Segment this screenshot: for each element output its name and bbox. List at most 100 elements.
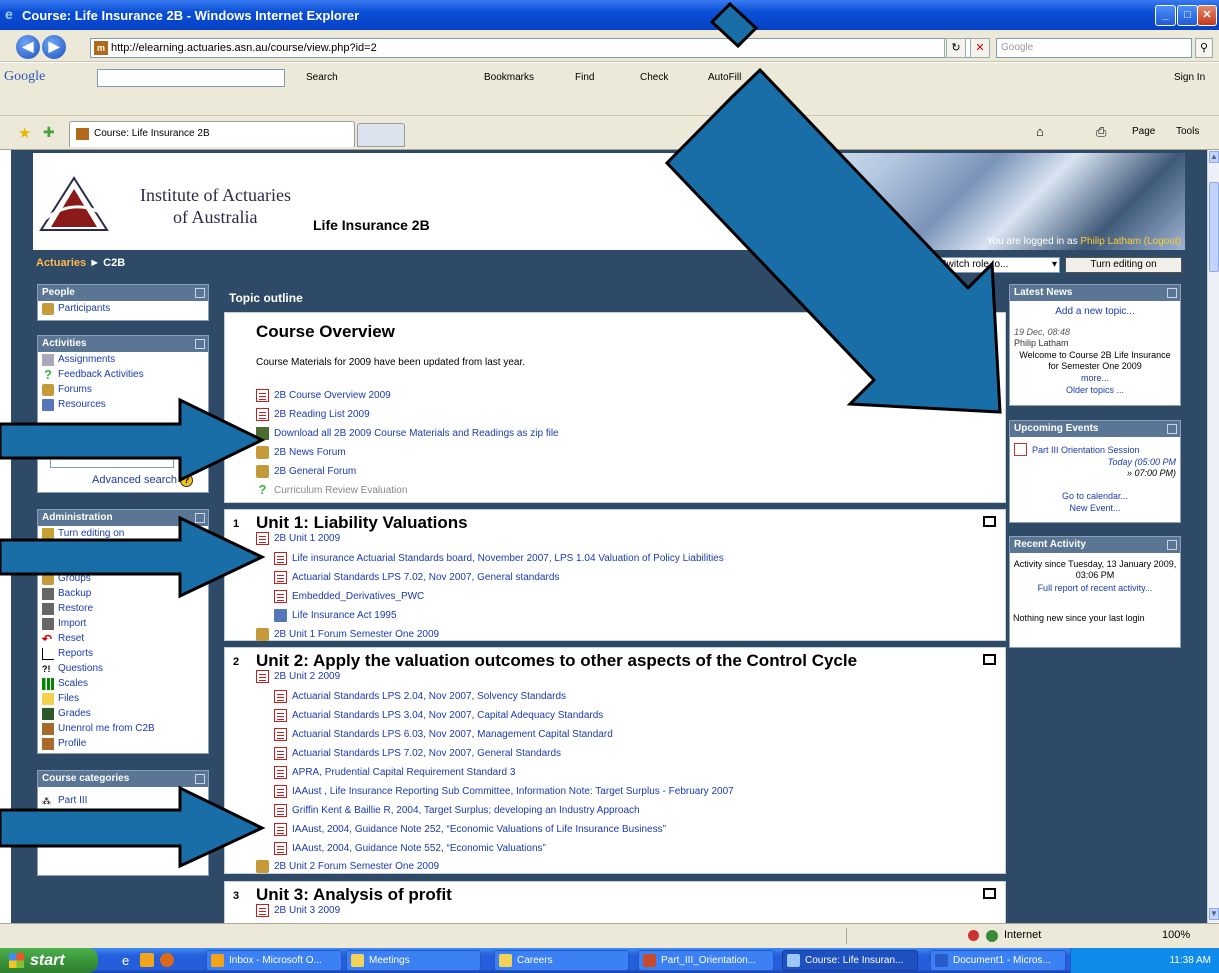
import-label[interactable]: Import — [58, 618, 86, 629]
add-favorite-icon[interactable]: ✚ — [43, 124, 55, 141]
groups-label[interactable]: Groups — [58, 573, 91, 584]
sign-in-button[interactable]: Sign In — [1174, 71, 1205, 85]
tools-menu[interactable]: Tools — [1176, 125, 1199, 139]
section-highlight-checkbox[interactable] — [983, 888, 996, 899]
add-topic-link[interactable]: Add a new topic... — [1055, 306, 1135, 317]
reports-link[interactable]: Reports — [38, 646, 208, 661]
unit-2-resource-link[interactable]: IAAust, 2004, Guidance Note 552, “Econom… — [292, 843, 546, 854]
refresh-button[interactable]: ↻ — [946, 38, 966, 58]
go-to-calendar-link[interactable]: Go to calendar... — [1062, 491, 1128, 501]
unit-2-resource-link[interactable]: IAAust , Life Insurance Reporting Sub Co… — [292, 786, 734, 797]
unit-2-resource-link[interactable]: Actuarial Standards LPS 2.04, Nov 2007, … — [292, 691, 566, 702]
unit-1-resource-link[interactable]: Life insurance Actuarial Standards board… — [292, 553, 724, 564]
category-cpd-label[interactable]: CPD — [58, 810, 79, 821]
full-report-link[interactable]: Full report of recent activity... — [1038, 583, 1153, 593]
tab-active[interactable]: Course: Life Insurance 2B — [69, 121, 355, 147]
zoom-level[interactable]: 100% — [1162, 929, 1190, 941]
overview-resource-link[interactable]: 2B Course Overview 2009 — [274, 390, 391, 401]
scroll-down-icon[interactable]: ▼ — [1209, 908, 1219, 920]
files-label[interactable]: Files — [58, 693, 79, 704]
profile-label[interactable]: Profile — [58, 738, 86, 749]
unit-2-resource-link[interactable]: IAAust, 2004, Guidance Note 252, “Econom… — [292, 824, 666, 835]
find-button[interactable]: Find — [575, 71, 594, 85]
favorites-star-icon[interactable]: ★ — [18, 124, 31, 142]
search-forums-input[interactable] — [50, 448, 174, 468]
unit-2-resource[interactable]: IAAust, 2004, Guidance Note 552, “Econom… — [274, 842, 546, 856]
page-menu[interactable]: Page — [1132, 125, 1155, 139]
backup-link[interactable]: Backup — [38, 586, 208, 601]
overview-resource-link[interactable]: 2B Reading List 2009 — [274, 409, 370, 420]
hide-block-icon[interactable] — [1167, 424, 1177, 434]
forums-label[interactable]: Forums — [58, 384, 92, 395]
category-cpd[interactable]: ⁂ CPD — [38, 808, 208, 823]
new-event-link[interactable]: New Event... — [1069, 503, 1120, 513]
participants-link[interactable]: Participants — [38, 301, 208, 316]
close-button[interactable]: ✕ — [1197, 5, 1217, 26]
taskbar-item[interactable]: Document1 - Micros... — [930, 950, 1066, 971]
unit-2-resource-link[interactable]: Griffin Kent & Baillie R, 2004, Target S… — [292, 805, 640, 816]
unit-3-resource-link[interactable]: 2B Unit 3 2009 — [274, 905, 340, 916]
import-link[interactable]: Import — [38, 616, 208, 631]
resources-label[interactable]: Resources — [58, 399, 106, 410]
reports-label[interactable]: Reports — [58, 648, 93, 659]
overview-resource-item[interactable]: 2B News Forum — [256, 446, 346, 460]
overview-resource-link[interactable]: Download all 2B 2009 Course Materials an… — [274, 428, 559, 439]
unit-2-resource[interactable]: Actuarial Standards LPS 2.04, Nov 2007, … — [274, 690, 566, 704]
back-button[interactable]: ◀ — [16, 35, 40, 59]
ie-quicklaunch-icon[interactable]: e — [122, 953, 129, 968]
grades-link[interactable]: Grades — [38, 706, 208, 721]
help-icon[interactable]: ? — [917, 258, 930, 271]
overview-resource-link[interactable]: 2B General Forum — [274, 466, 356, 477]
forums-link[interactable]: Forums — [38, 382, 208, 397]
restore-label[interactable]: Restore — [58, 603, 93, 614]
backup-label[interactable]: Backup — [58, 588, 91, 599]
unit-2-resource[interactable]: Actuarial Standards LPS 3.04, Nov 2007, … — [274, 709, 603, 723]
reset-link[interactable]: ↶ Reset — [38, 631, 208, 646]
unenrol-link[interactable]: Unenrol me from C2B — [38, 721, 208, 736]
event-time-link[interactable]: Today (05:00 PM — [1108, 457, 1176, 467]
unit-2-resource[interactable]: Griffin Kent & Baillie R, 2004, Target S… — [274, 804, 640, 818]
search-go-button[interactable]: ⚲ — [1195, 38, 1213, 58]
event-item[interactable]: Part III Orientation Session — [1014, 443, 1140, 458]
taskbar-item-active[interactable]: Course: Life Insuran... — [782, 950, 918, 971]
clock[interactable]: 11:38 AM — [1169, 955, 1211, 966]
questions-link[interactable]: ?! Questions — [38, 661, 208, 676]
user-link[interactable]: Philip Latham — [1080, 236, 1141, 247]
grades-label[interactable]: Grades — [58, 708, 91, 719]
unit-1-resource[interactable]: Actuarial Standards LPS 7.02, Nov 2007, … — [274, 571, 559, 585]
overview-resource-item[interactable]: ? Curriculum Review Evaluation — [256, 483, 408, 498]
unit-1-forum[interactable]: 2B Unit 1 Forum Semester One 2009 — [256, 628, 439, 642]
unit-2-resource[interactable]: Actuarial Standards LPS 6.03, Nov 2007, … — [274, 728, 613, 742]
unit-1-resource-link[interactable]: Actuarial Standards LPS 7.02, Nov 2007, … — [292, 572, 559, 583]
overview-resource-item[interactable]: 2B Course Overview 2009 — [256, 389, 391, 403]
stop-button[interactable]: ✕ — [970, 38, 990, 58]
unit-2-resource-link[interactable]: APRA, Prudential Capital Requirement Sta… — [292, 767, 515, 778]
unit-2-resource-link[interactable]: Actuarial Standards LPS 3.04, Nov 2007, … — [292, 710, 603, 721]
unit-1-resource-link[interactable]: 2B Unit 1 2009 — [274, 533, 340, 544]
home-icon[interactable]: ⌂ — [1036, 125, 1044, 139]
admin-turn-editing-label[interactable]: Turn editing on — [58, 528, 124, 539]
advanced-search-link[interactable]: Advanced search — [92, 474, 177, 486]
profile-link[interactable]: Profile — [38, 736, 208, 751]
outlook-quicklaunch-icon[interactable] — [140, 953, 154, 967]
minimize-button[interactable]: _ — [1155, 5, 1176, 26]
unit-1-forum-link[interactable]: 2B Unit 1 Forum Semester One 2009 — [274, 629, 439, 640]
unit-2-forum-link[interactable]: 2B Unit 2 Forum Semester One 2009 — [274, 861, 439, 872]
hide-block-icon[interactable] — [1167, 540, 1177, 550]
print-icon[interactable]: ⎙ — [1096, 125, 1106, 139]
unit-2-resource-link[interactable]: Actuarial Standards LPS 6.03, Nov 2007, … — [292, 729, 613, 740]
restore-link[interactable]: Restore — [38, 601, 208, 616]
scrollbar-thumb[interactable] — [1209, 182, 1219, 272]
help-icon[interactable]: ? — [180, 474, 194, 487]
overview-resource-link[interactable]: Curriculum Review Evaluation — [274, 485, 407, 496]
questions-label[interactable]: Questions — [58, 663, 103, 674]
scroll-up-icon[interactable]: ▲ — [1209, 151, 1219, 163]
section-highlight-checkbox[interactable] — [983, 654, 996, 665]
vertical-scrollbar[interactable]: ▲ ▼ — [1207, 150, 1219, 923]
maximize-button[interactable]: □ — [1177, 5, 1198, 26]
start-button[interactable]: start — [0, 948, 98, 973]
google-search-box[interactable] — [97, 69, 285, 87]
autofill-button[interactable]: AutoFill — [708, 71, 741, 85]
hide-block-icon[interactable] — [195, 339, 205, 349]
hide-block-icon[interactable] — [195, 513, 205, 523]
